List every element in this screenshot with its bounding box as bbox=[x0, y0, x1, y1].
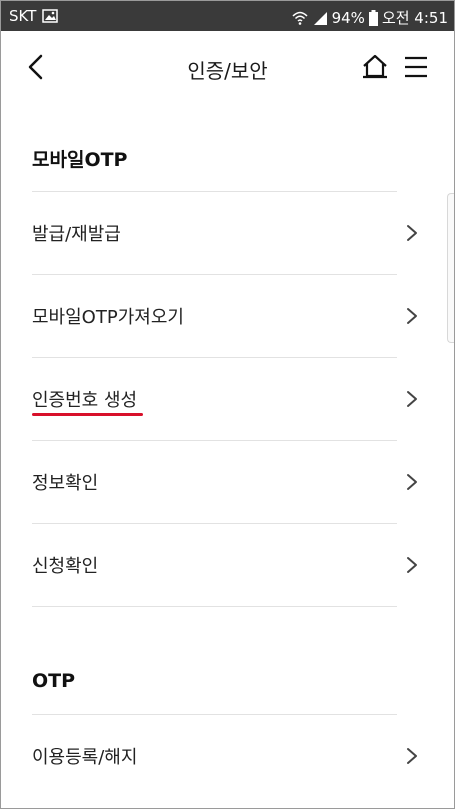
chevron-right-icon bbox=[407, 225, 417, 241]
chevron-right-icon bbox=[407, 557, 417, 573]
gallery-notification-icon bbox=[42, 9, 59, 23]
mobile-otp-list: 발급/재발급 모바일OTP가져오기 인증번호 생성 정보확인 신청확인 bbox=[32, 191, 417, 607]
list-item-label: 모바일OTP가져오기 bbox=[32, 307, 184, 328]
status-right: 94% 오전 4:51 bbox=[292, 7, 448, 28]
status-bar: SKT 94% 오전 4:51 bbox=[1, 1, 454, 31]
app-header: 인증/보안 bbox=[1, 31, 454, 103]
list-end-divider bbox=[32, 606, 397, 607]
chevron-right-icon bbox=[407, 391, 417, 407]
list-item-label: 이용등록/해지 bbox=[32, 747, 138, 768]
section-title-mobile-otp: 모바일OTP bbox=[32, 149, 128, 171]
list-item-label: 발급/재발급 bbox=[32, 224, 121, 245]
chevron-right-icon bbox=[407, 748, 417, 764]
signal-icon bbox=[313, 11, 327, 25]
battery-percent: 94% bbox=[331, 8, 365, 27]
list-item-label: 인증번호 생성 bbox=[32, 390, 138, 411]
chevron-right-icon bbox=[407, 308, 417, 324]
home-icon[interactable] bbox=[361, 53, 389, 81]
chevron-right-icon bbox=[407, 474, 417, 490]
list-item-import-mobile-otp[interactable]: 모바일OTP가져오기 bbox=[32, 274, 417, 357]
list-item-application-check[interactable]: 신청확인 bbox=[32, 523, 417, 606]
list-item-issue-reissue[interactable]: 발급/재발급 bbox=[32, 191, 417, 274]
list-item-label: 정보확인 bbox=[32, 473, 99, 494]
app-frame: SKT 94% 오전 4:51 인증/보안 모바일OTP 발급/재발급 모바일O… bbox=[0, 0, 455, 809]
hamburger-menu-icon[interactable] bbox=[403, 55, 429, 79]
battery-icon bbox=[368, 9, 378, 26]
list-item-generate-auth-code[interactable]: 인증번호 생성 bbox=[32, 357, 417, 440]
list-item-register-cancel[interactable]: 이용등록/해지 bbox=[32, 714, 417, 797]
section-title-otp: OTP bbox=[32, 670, 76, 692]
clock-time: 오전 4:51 bbox=[381, 9, 448, 27]
wifi-icon bbox=[292, 11, 308, 25]
otp-list: 이용등록/해지 bbox=[32, 714, 417, 797]
list-item-info-check[interactable]: 정보확인 bbox=[32, 440, 417, 523]
scroll-indicator[interactable] bbox=[447, 193, 454, 343]
carrier-label: SKT bbox=[9, 7, 37, 25]
highlight-underline bbox=[32, 413, 143, 416]
list-item-label: 신청확인 bbox=[32, 556, 99, 577]
status-left: SKT bbox=[9, 7, 59, 25]
